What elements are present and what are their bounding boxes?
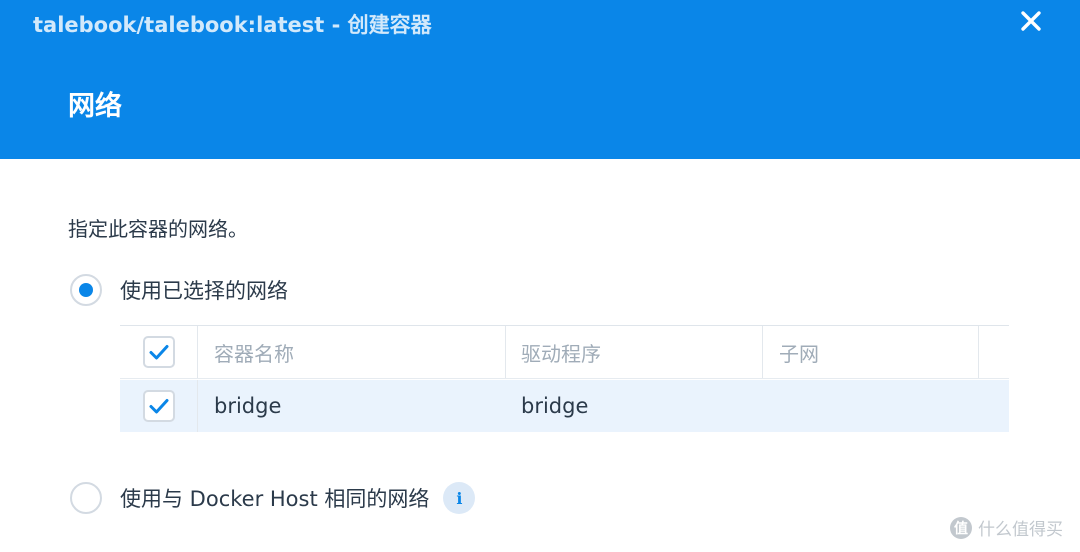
network-driver: bridge [521, 394, 589, 418]
close-button[interactable] [1012, 5, 1050, 39]
column-header-label: 驱动程序 [521, 341, 601, 366]
row-checkbox-cell [120, 380, 198, 432]
cell-subnet [763, 380, 979, 432]
column-header-subnet[interactable]: 子网 [763, 326, 979, 378]
column-header-spacer [979, 326, 1009, 378]
network-name: bridge [214, 394, 282, 418]
radio-use-selected-network[interactable]: 使用已选择的网络 [70, 273, 288, 307]
cell-container-name: bridge [198, 380, 506, 432]
step-title: 网络 [68, 91, 122, 122]
watermark-logo-icon: 值 [950, 516, 972, 539]
section-description: 指定此容器的网络。 [68, 217, 248, 241]
column-header-driver[interactable]: 驱动程序 [506, 326, 763, 378]
cell-driver: bridge [506, 380, 763, 432]
table-header: 容器名称 驱动程序 子网 [120, 326, 1009, 379]
row-checkbox[interactable] [142, 390, 175, 422]
checkmark-icon [149, 399, 168, 414]
radio-button-selected[interactable] [70, 274, 102, 306]
window-title: talebook/talebook:latest - 创建容器 [33, 13, 432, 37]
column-header-label: 子网 [779, 341, 819, 366]
close-icon [1021, 11, 1041, 31]
column-header-container-name[interactable]: 容器名称 [198, 326, 506, 378]
watermark: 值 什么值得买 [950, 515, 1063, 540]
network-table: 容器名称 驱动程序 子网 bridge bridge [120, 325, 1009, 432]
info-icon[interactable]: i [443, 482, 476, 514]
header-checkbox-cell [120, 326, 198, 378]
table-row[interactable]: bridge bridge [120, 380, 1009, 432]
radio-button-host[interactable] [70, 482, 102, 514]
watermark-text: 什么值得买 [978, 520, 1063, 540]
select-all-checkbox[interactable] [142, 336, 175, 368]
dialog-header: talebook/talebook:latest - 创建容器 网络 [0, 0, 1080, 159]
radio-label-host-network: 使用与 Docker Host 相同的网络 [120, 487, 430, 511]
radio-use-host-network[interactable]: 使用与 Docker Host 相同的网络 i [70, 481, 476, 515]
column-header-label: 容器名称 [214, 341, 294, 366]
checkmark-icon [149, 345, 168, 360]
radio-label-selected-network: 使用已选择的网络 [120, 279, 288, 303]
